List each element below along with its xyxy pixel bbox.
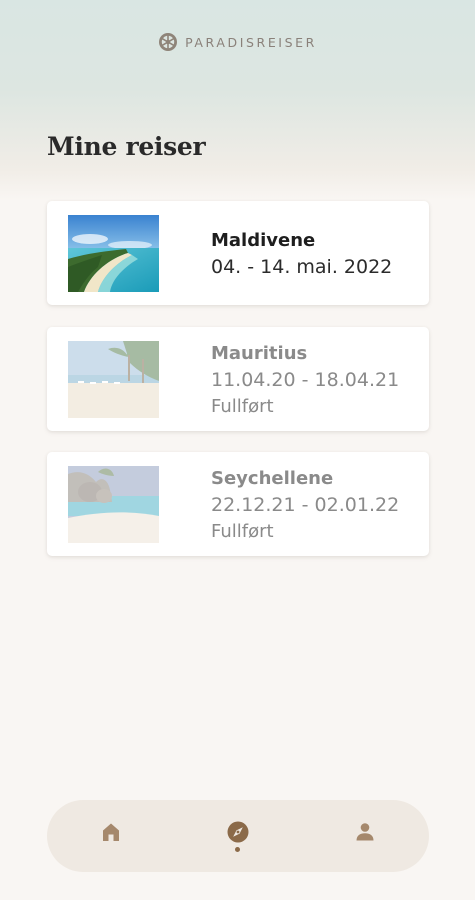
page-title: Mine reiser [47,132,206,161]
nav-home[interactable] [96,820,126,854]
trip-status: Fullført [211,396,274,417]
trip-card-mauritius[interactable]: Mauritius 11.04.20 - 18.04.21 Fullført [47,327,429,431]
bottom-nav [47,800,429,872]
trip-name: Mauritius [211,343,308,364]
brand-header: PARADISREISER [0,32,475,52]
compass-icon [227,821,249,843]
trip-card-seychellene[interactable]: Seychellene 22.12.21 - 02.01.22 Fullført [47,452,429,556]
trip-info: Seychellene 22.12.21 - 02.01.22 Fullført [211,466,399,545]
nav-profile[interactable] [350,820,380,854]
trip-status: Fullført [211,521,274,542]
ship-wheel-icon [159,33,178,51]
mauritius-beach-photo [68,341,159,418]
trip-info: Maldivene 04. - 14. mai. 2022 [211,228,392,281]
maldives-island-photo [68,215,159,292]
active-tab-indicator [235,847,240,852]
nav-explore[interactable] [223,820,253,854]
seychelles-beach-photo [68,466,159,543]
person-icon [356,823,374,841]
trip-name: Maldivene [211,230,316,251]
trip-info: Mauritius 11.04.20 - 18.04.21 Fullført [211,341,399,420]
trip-dates: 22.12.21 - 02.01.22 [211,494,400,516]
trip-dates: 04. - 14. mai. 2022 [211,256,393,278]
header-background [0,0,475,200]
brand-name: PARADISREISER [185,34,317,50]
trip-card-maldivene[interactable]: Maldivene 04. - 14. mai. 2022 [47,201,429,305]
trip-dates: 11.04.20 - 18.04.21 [211,369,400,391]
trip-name: Seychellene [211,468,334,489]
home-icon [103,823,119,841]
